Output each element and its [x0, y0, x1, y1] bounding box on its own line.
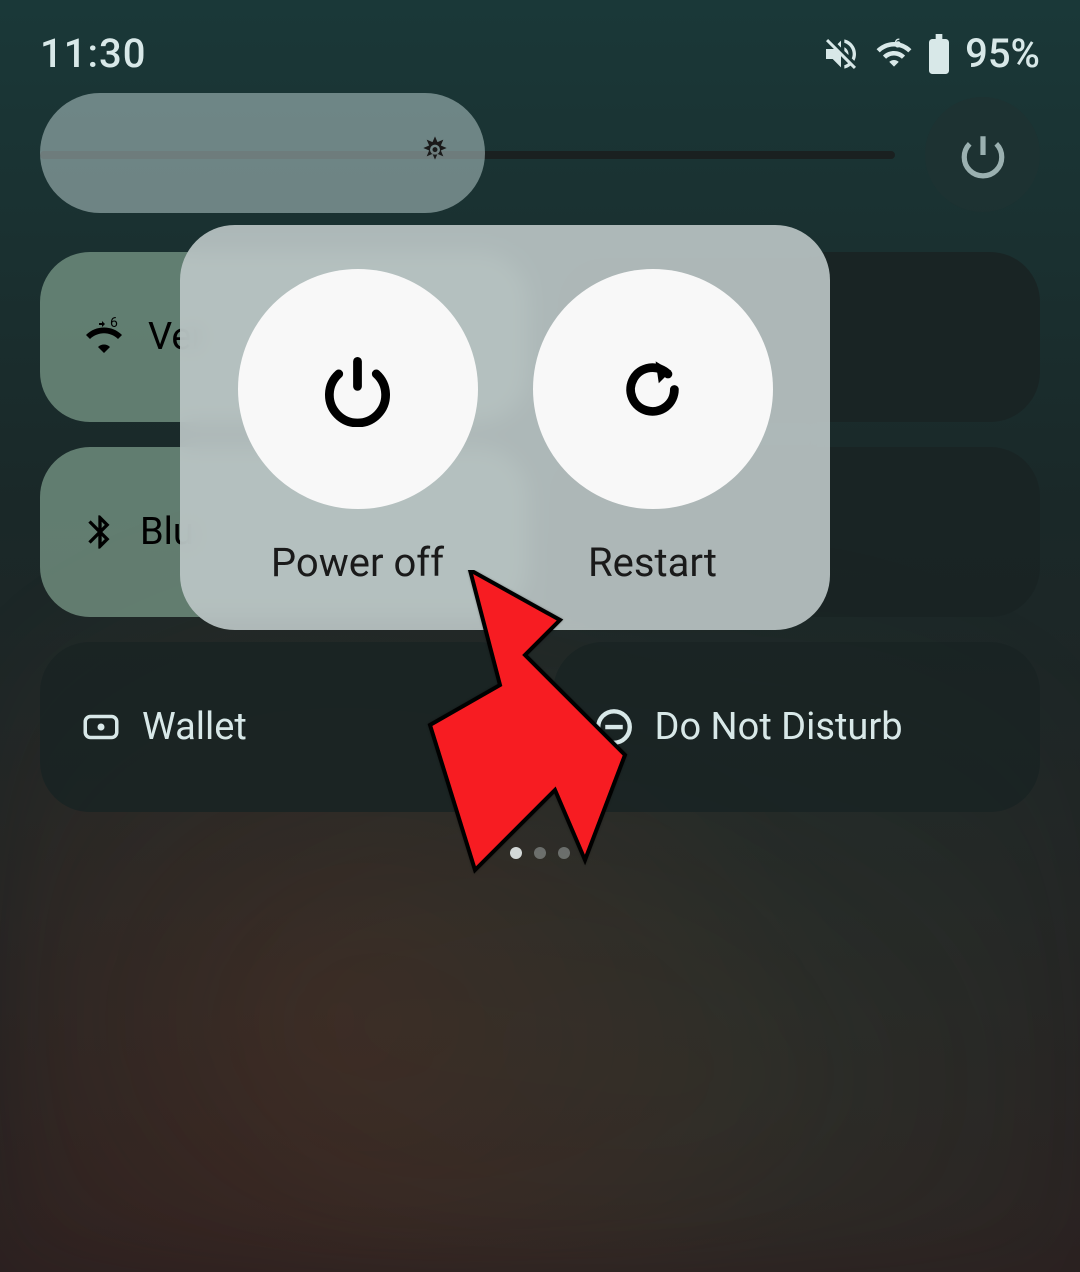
- dot-3: [558, 847, 570, 859]
- bluetooth-icon: [80, 508, 120, 556]
- wifi-tile-icon: 6: [80, 313, 128, 361]
- power-icon: [958, 130, 1008, 180]
- wallet-label: Wallet: [142, 705, 247, 749]
- chevron-right-icon: [460, 713, 488, 741]
- dot-2: [534, 847, 546, 859]
- battery-percent: 95%: [965, 30, 1040, 77]
- power-off-label: Power off: [271, 539, 444, 586]
- restart-option[interactable]: Restart: [533, 269, 773, 586]
- page-indicator: [0, 847, 1080, 859]
- power-off-icon: [320, 352, 395, 427]
- power-dialog: Power off Restart: [180, 225, 830, 630]
- brightness-icon: [415, 133, 455, 173]
- dot-1: [510, 847, 522, 859]
- wifi-icon: 6: [875, 35, 913, 73]
- status-time: 11:30: [40, 30, 146, 77]
- brightness-row: [0, 97, 1080, 212]
- battery-icon: [927, 34, 951, 74]
- mute-icon: [821, 34, 861, 74]
- wallet-icon: [80, 706, 122, 748]
- wallet-tile[interactable]: Wallet: [40, 642, 528, 812]
- brightness-slider[interactable]: [40, 151, 895, 159]
- svg-text:6: 6: [110, 315, 118, 331]
- restart-icon: [615, 352, 690, 427]
- restart-label: Restart: [588, 539, 717, 586]
- power-button[interactable]: [925, 97, 1040, 212]
- power-off-option[interactable]: Power off: [238, 269, 478, 586]
- status-icons: 6 95%: [821, 30, 1040, 77]
- svg-text:6: 6: [894, 36, 901, 51]
- dnd-icon: [593, 706, 635, 748]
- dnd-label: Do Not Disturb: [655, 705, 903, 749]
- status-bar: 11:30 6 95%: [0, 0, 1080, 97]
- dnd-tile[interactable]: Do Not Disturb: [553, 642, 1041, 812]
